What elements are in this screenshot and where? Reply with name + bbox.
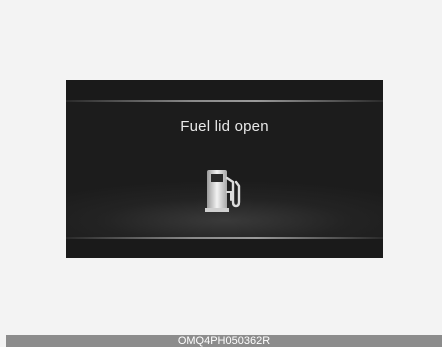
- instrument-cluster-display: Fuel lid open: [66, 80, 383, 258]
- fuel-pump-icon: [205, 168, 241, 214]
- figure-code-bar: OMQ4PH050362R: [6, 335, 442, 347]
- display-top-band: [66, 80, 383, 100]
- warning-message: Fuel lid open: [180, 118, 269, 135]
- figure-code: OMQ4PH050362R: [177, 335, 271, 347]
- display-bottom-band: [66, 239, 383, 258]
